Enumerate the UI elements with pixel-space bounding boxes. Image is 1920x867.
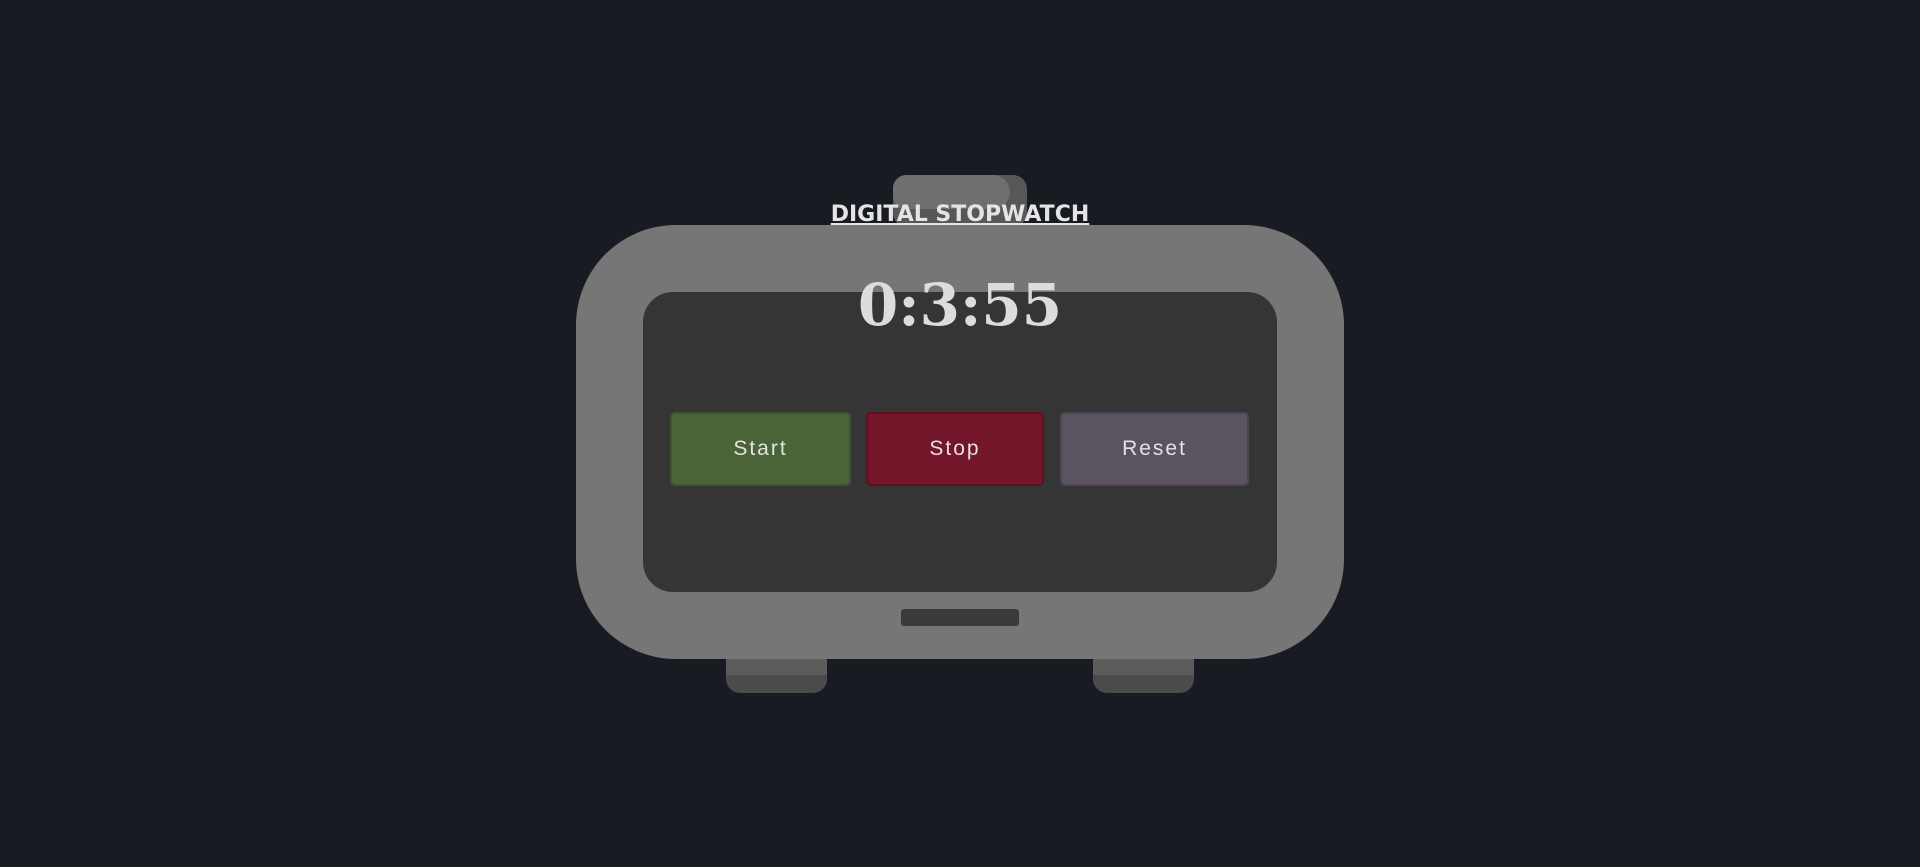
start-button[interactable]: Start (670, 412, 851, 486)
page-title: DIGITAL STOPWATCH (830, 202, 1090, 227)
stop-button[interactable]: Stop (866, 412, 1044, 486)
stopwatch-slot (901, 609, 1019, 626)
stage: DIGITAL STOPWATCH 0:3:55 Start Stop Rese… (0, 0, 1920, 867)
reset-button[interactable]: Reset (1060, 412, 1249, 486)
time-display: 0:3:55 (857, 271, 1063, 339)
